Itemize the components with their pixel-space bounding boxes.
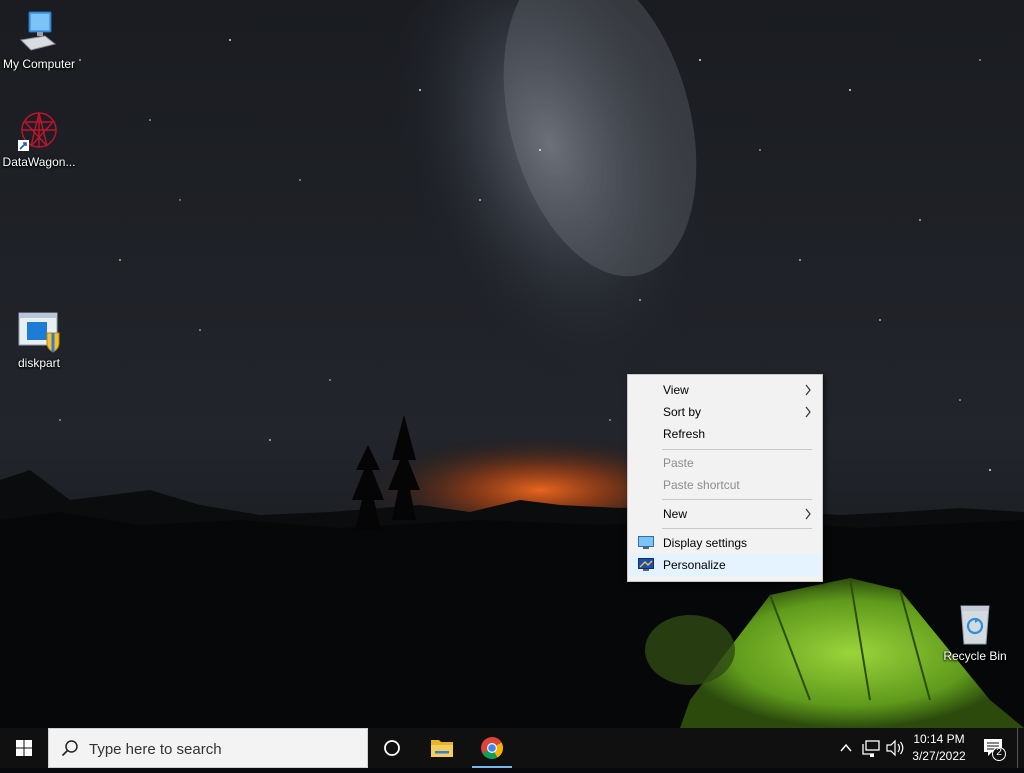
menu-item-label: Sort by [663,405,702,419]
menu-item-paste[interactable]: Paste [629,452,821,474]
network-button[interactable] [860,728,884,768]
desktop-wallpaper[interactable] [0,0,1024,728]
desktop-icon-datawagon[interactable]: DataWagon... [1,108,77,169]
menu-separator [662,499,812,500]
menu-separator [662,449,812,450]
action-center-button[interactable]: 2 [980,728,1010,768]
desktop-icon-recycle-bin[interactable]: Recycle Bin [937,602,1013,663]
taskbar-clock[interactable]: 10:14 PM 3/27/2022 [904,728,974,768]
menu-item-label: Refresh [663,427,706,441]
taskbar: 10:14 PM 3/27/2022 2 [0,728,1024,768]
menu-item-label: New [663,507,688,521]
chevron-right-icon [805,384,811,396]
recycle-bin-icon [953,602,997,646]
search-icon [61,740,78,757]
menu-item-label: View [663,383,689,397]
personalize-icon [638,558,654,571]
menu-item-label: Paste shortcut [663,478,740,492]
menu-item-label: Personalize [663,558,726,572]
chevron-right-icon [805,508,811,520]
show-desktop-button[interactable] [1017,728,1024,768]
clock-time: 10:14 PM [913,732,965,746]
taskbar-search-box[interactable] [48,728,368,768]
menu-item-new[interactable]: New [629,503,821,525]
chrome-icon [481,737,503,759]
datawagon-icon [17,108,61,152]
desktop-icon-label: DataWagon... [2,155,76,169]
chrome-button[interactable] [468,728,516,768]
desktop-icon-label: Recycle Bin [943,649,1007,663]
network-icon [862,740,880,757]
menu-item-paste-shortcut[interactable]: Paste shortcut [629,474,821,496]
menu-item-personalize[interactable]: Personalize [629,554,821,576]
search-input[interactable] [87,737,361,761]
file-explorer-icon [431,740,453,757]
desktop-context-menu: View Sort by Refresh Paste Paste shortcu… [627,374,823,582]
menu-item-sort-by[interactable]: Sort by [629,401,821,423]
chevron-right-icon [805,406,811,418]
monitor-icon [17,10,61,54]
start-button[interactable] [0,728,48,768]
volume-icon [886,739,904,757]
menu-item-refresh[interactable]: Refresh [629,423,821,445]
chevron-up-icon [840,743,852,752]
diskpart-icon [17,309,61,353]
desktop-icon-diskpart[interactable]: diskpart [1,309,77,370]
desktop-icon-label: My Computer [2,57,76,71]
desktop-icon-label: diskpart [17,356,61,370]
desktop-icon-my-computer[interactable]: My Computer [1,10,77,71]
menu-item-display-settings[interactable]: Display settings [629,532,821,554]
display-settings-icon [638,536,654,549]
menu-item-label: Display settings [663,536,748,550]
tray-overflow-button[interactable] [836,728,856,768]
cortana-button[interactable] [368,728,416,768]
volume-button[interactable] [884,728,906,768]
windows-logo-icon [16,740,32,756]
cortana-icon [384,740,400,756]
notification-badge: 2 [996,747,1002,758]
menu-item-label: Paste [663,456,694,470]
file-explorer-button[interactable] [418,728,466,768]
clock-date: 3/27/2022 [912,749,966,763]
menu-separator [662,528,812,529]
menu-item-view[interactable]: View [629,379,821,401]
